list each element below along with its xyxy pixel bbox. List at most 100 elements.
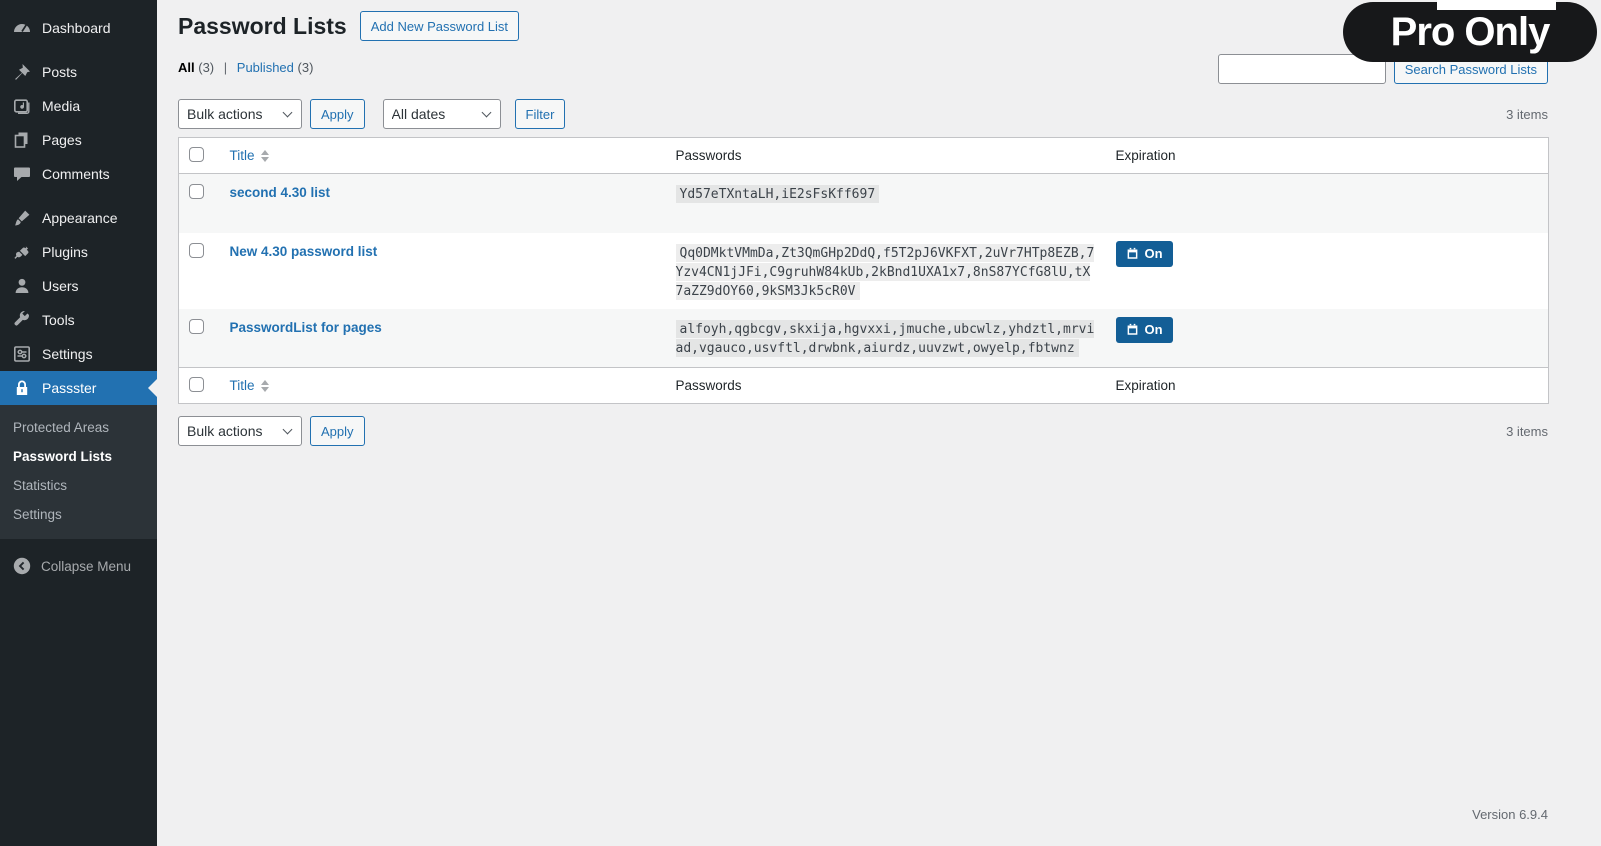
filter-search-row: All (3) | Published (3) Search Password …: [178, 54, 1548, 84]
sidebar-item-label: Pages: [42, 132, 82, 148]
submenu-item-statistics[interactable]: Statistics: [0, 471, 157, 500]
sidebar-item-passster[interactable]: Passster: [0, 371, 157, 405]
dashboard-icon: [12, 18, 32, 38]
wrench-icon: [12, 310, 32, 330]
lock-icon: [12, 378, 32, 398]
page-title: Password Lists: [178, 13, 347, 39]
sidebar-item-label: Tools: [42, 312, 75, 328]
filter-button[interactable]: Filter: [514, 99, 566, 129]
passwords-code: Qq0DMktVMmDa,Zt3QmGHp2DdQ,f5T2pJ6VKFXT,2…: [675, 243, 1095, 300]
column-footer-expiration: Expiration: [1115, 378, 1176, 393]
bulk-actions-select[interactable]: Bulk actions: [178, 99, 302, 129]
sidebar-item-media[interactable]: Media: [0, 89, 157, 123]
column-header-title[interactable]: Title: [230, 148, 255, 163]
sidebar-item-label: Plugins: [42, 244, 88, 260]
sidebar-item-appearance[interactable]: Appearance: [0, 201, 157, 235]
expiration-on-label: On: [1144, 245, 1163, 261]
pro-only-badge: Pro Only: [1343, 2, 1597, 62]
admin-screen: Dashboard Posts Media Pages Comments App…: [0, 0, 1601, 846]
collapse-menu-button[interactable]: Collapse Menu: [0, 549, 157, 583]
calendar-icon: [1127, 323, 1137, 335]
row-checkbox[interactable]: [189, 318, 204, 334]
password-list-title-link[interactable]: New 4.30 password list: [230, 244, 378, 259]
passwords-code: Yd57eTXntaLH,iE2sFsKff697: [675, 185, 880, 203]
sidebar-item-label: Users: [42, 278, 79, 294]
bulk-actions-select-bottom[interactable]: Bulk actions: [178, 416, 302, 446]
bulk-actions-select-wrap: Bulk actions: [178, 416, 302, 446]
user-icon: [12, 276, 32, 296]
filter-all-link[interactable]: All: [178, 60, 195, 75]
main-content: Pro Only Password Lists Add New Password…: [157, 0, 1601, 846]
sliders-icon: [12, 344, 32, 364]
column-footer-passwords: Passwords: [675, 378, 742, 393]
sidebar-item-label: Dashboard: [42, 20, 111, 36]
expiration-on-badge[interactable]: On: [1115, 240, 1173, 267]
screen-options-tab[interactable]: [1437, 0, 1556, 10]
expiration-on-badge[interactable]: On: [1115, 316, 1173, 343]
submenu-item-settings[interactable]: Settings: [0, 500, 157, 529]
sidebar-item-comments[interactable]: Comments: [0, 157, 157, 191]
pushpin-icon: [12, 62, 32, 82]
pages-icon: [12, 130, 32, 150]
admin-sidebar: Dashboard Posts Media Pages Comments App…: [0, 0, 157, 846]
menu-separator: [0, 191, 157, 201]
submenu-item-password-lists[interactable]: Password Lists: [0, 442, 157, 471]
comment-icon: [12, 164, 32, 184]
password-lists-table: Title Passwords Expiration second 4.30 l…: [178, 137, 1549, 404]
expiration-cell: [1106, 174, 1549, 233]
sidebar-item-pages[interactable]: Pages: [0, 123, 157, 157]
bottom-toolbar: Bulk actions Apply 3 items: [178, 416, 1548, 446]
items-count: 3 items: [1506, 423, 1548, 439]
sidebar-item-plugins[interactable]: Plugins: [0, 235, 157, 269]
sidebar-item-settings[interactable]: Settings: [0, 337, 157, 371]
submenu-item-protected-areas[interactable]: Protected Areas: [0, 413, 157, 442]
collapse-menu-label: Collapse Menu: [41, 558, 132, 574]
table-header-row: Title Passwords Expiration: [178, 138, 1549, 174]
paintbrush-icon: [12, 208, 32, 228]
column-footer-title[interactable]: Title: [230, 378, 255, 393]
row-checkbox[interactable]: [189, 184, 204, 199]
collapse-arrow-icon: [12, 556, 32, 576]
plug-icon: [12, 242, 32, 262]
column-header-passwords: Passwords: [675, 148, 742, 163]
sort-icon[interactable]: [260, 380, 269, 393]
select-all-checkbox[interactable]: [189, 376, 204, 392]
password-list-title-link[interactable]: PasswordList for pages: [230, 320, 382, 335]
active-menu-pointer: [148, 379, 157, 397]
sidebar-item-dashboard[interactable]: Dashboard: [0, 11, 157, 45]
add-new-password-list-button[interactable]: Add New Password List: [359, 11, 520, 41]
sidebar-item-label: Settings: [42, 346, 93, 362]
row-checkbox[interactable]: [189, 242, 204, 258]
filter-separator: |: [223, 60, 228, 75]
password-list-title-link[interactable]: second 4.30 list: [230, 185, 331, 200]
sidebar-item-posts[interactable]: Posts: [0, 55, 157, 89]
sidebar-item-label: Appearance: [42, 210, 118, 226]
passwords-code: alfoyh,qgbcgv,skxija,hgvxxi,jmuche,ubcwl…: [675, 319, 1095, 357]
filter-published-count: (3): [297, 60, 314, 75]
table-row: PasswordList for pages alfoyh,qgbcgv,skx…: [178, 308, 1549, 368]
sort-icon[interactable]: [260, 150, 269, 163]
dates-select[interactable]: All dates: [382, 99, 501, 129]
sidebar-item-tools[interactable]: Tools: [0, 303, 157, 337]
version-text: Version 6.9.4: [1472, 807, 1548, 822]
select-all-checkbox[interactable]: [189, 146, 204, 162]
sidebar-item-label: Passster: [42, 380, 97, 396]
expiration-on-label: On: [1144, 321, 1163, 337]
filter-all-count: (3): [198, 60, 215, 75]
passster-submenu: Protected Areas Password Lists Statistic…: [0, 405, 157, 539]
status-filter-links: All (3) | Published (3): [178, 54, 313, 75]
bulk-actions-select-wrap: Bulk actions: [178, 99, 302, 129]
dates-select-wrap: All dates: [382, 99, 501, 129]
table-footer-row: Title Passwords Expiration: [178, 367, 1549, 404]
sidebar-item-users[interactable]: Users: [0, 269, 157, 303]
calendar-icon: [1127, 247, 1137, 259]
table-row: second 4.30 list Yd57eTXntaLH,iE2sFsKff6…: [178, 173, 1549, 233]
sidebar-item-label: Comments: [42, 166, 110, 182]
top-toolbar: Bulk actions Apply All dates Filter 3 it…: [178, 99, 1548, 129]
column-header-expiration: Expiration: [1115, 148, 1176, 163]
apply-button-bottom[interactable]: Apply: [310, 416, 365, 446]
sidebar-item-label: Media: [42, 98, 81, 114]
filter-published-link[interactable]: Published: [237, 60, 294, 75]
table-row: New 4.30 password list Qq0DMktVMmDa,Zt3Q…: [179, 233, 1549, 309]
apply-button[interactable]: Apply: [310, 99, 365, 129]
